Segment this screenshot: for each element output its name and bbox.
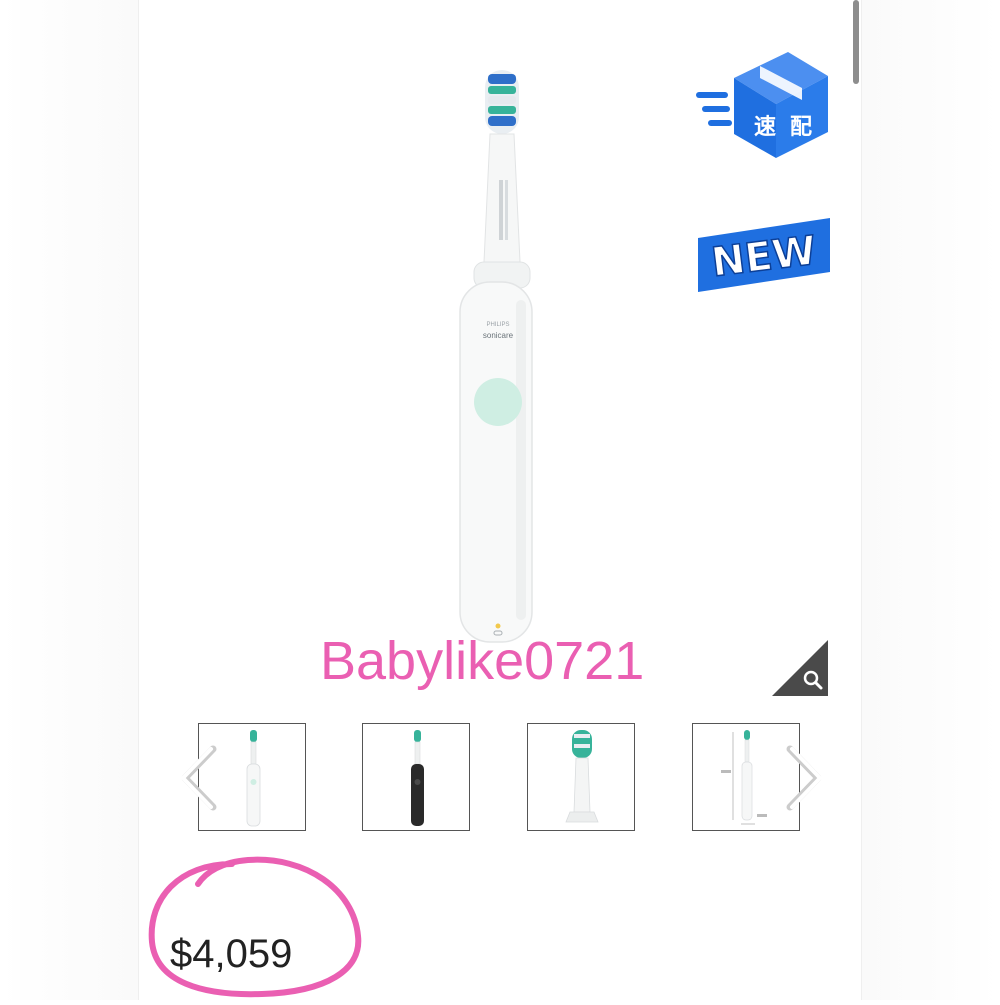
gallery-prev-button[interactable] — [173, 745, 223, 811]
new-badge: NEW — [694, 208, 834, 296]
brand-text: PHILIPS — [486, 322, 509, 328]
thumbnail-black-toothbrush[interactable] — [362, 723, 470, 831]
seller-watermark: Babylike0721 — [320, 631, 645, 691]
model-text: sonicare — [483, 331, 514, 340]
chevron-left-icon — [181, 745, 217, 811]
zoom-button[interactable] — [772, 640, 828, 696]
chevron-right-icon — [786, 745, 822, 811]
page-left-margin — [0, 0, 139, 1000]
thumbnail-brush-head[interactable] — [527, 723, 635, 831]
price-highlight-circle — [140, 850, 370, 1000]
gallery-next-button[interactable] — [780, 745, 830, 811]
fast-char-2: 配 — [790, 115, 812, 140]
fast-char-1: 速 — [754, 114, 776, 140]
product-price: $4,059 — [170, 932, 293, 976]
page-right-margin — [861, 0, 1000, 1000]
fast-delivery-badge: 速 配 — [690, 48, 830, 163]
